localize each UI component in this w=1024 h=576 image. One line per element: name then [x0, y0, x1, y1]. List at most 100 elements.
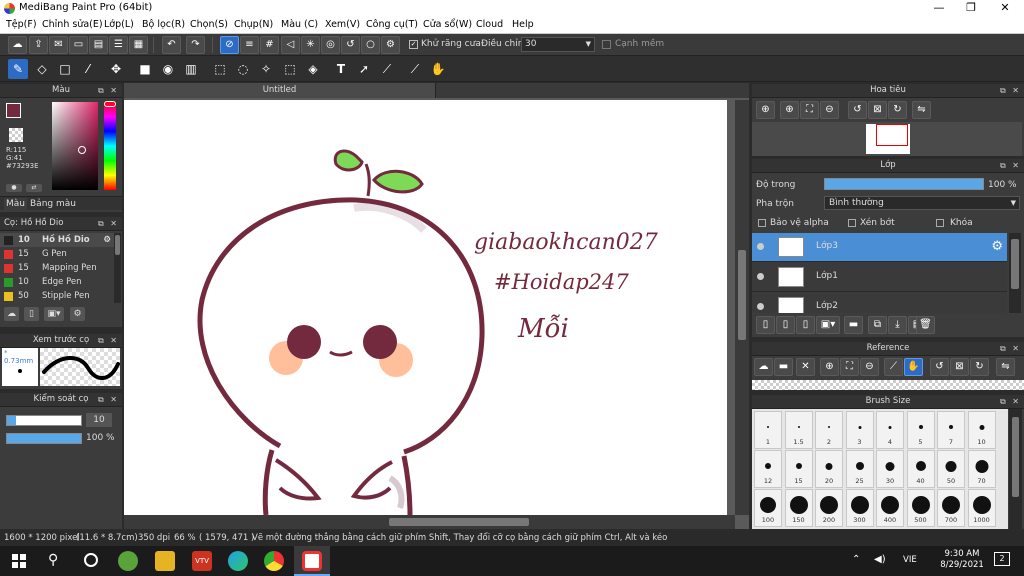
task-view-icon[interactable] [84, 553, 98, 567]
layer-settings-gear-icon[interactable]: ⚙ [991, 239, 1003, 254]
language-indicator[interactable]: VIE [903, 555, 917, 565]
brush-item[interactable]: 50 Stipple Pen [0, 289, 115, 303]
document-tab[interactable]: Untitled [124, 83, 436, 98]
brush-tool-icon[interactable]: ✎ [8, 59, 28, 79]
select-pen-tool-icon[interactable]: ⬚ [280, 59, 300, 79]
rotate-right-icon[interactable]: ↻ [888, 101, 907, 119]
parallel-snap-icon[interactable]: ≡ [240, 36, 259, 54]
duplicate-layer-icon[interactable]: ⧉ [868, 316, 887, 334]
maximize-button[interactable]: ❐ [954, 0, 988, 17]
notification-icon[interactable]: 2 [994, 552, 1010, 566]
brush-size-cell[interactable]: 100 [754, 489, 782, 527]
menu-tools[interactable]: Công cụ(T) [366, 19, 418, 30]
ref-flip-icon[interactable]: ⇋ [996, 358, 1015, 376]
brush-size-cell[interactable]: 15 [784, 450, 813, 488]
brush-settings-gear-icon[interactable]: ⚙ [103, 233, 111, 247]
vtv-app-icon[interactable]: VTV [192, 551, 212, 571]
brush-size-cell[interactable]: 70 [967, 450, 996, 488]
open-reference-icon[interactable]: ▬ [774, 358, 793, 376]
ref-zoom-in-icon[interactable]: ⊕ [820, 358, 839, 376]
brush-size-cell[interactable]: 300 [845, 489, 874, 527]
layer-row[interactable]: Lớp3 ⚙ [752, 233, 1007, 262]
dot-tool-icon[interactable]: □ [55, 59, 75, 79]
cross-snap-icon[interactable]: # [260, 36, 279, 54]
ref-hand-icon[interactable]: ✋ [904, 358, 923, 376]
navigator-preview[interactable] [752, 122, 1022, 156]
ref-rotate-left-icon[interactable]: ↺ [930, 358, 949, 376]
vanishing-snap-icon[interactable]: ◁ [281, 36, 300, 54]
canvas-horizontal-scrollbar[interactable] [124, 515, 735, 529]
ref-rotate-right-icon[interactable]: ↻ [970, 358, 989, 376]
clipping-checkbox[interactable] [848, 219, 856, 227]
divide-tool-icon[interactable]: ⟋ [377, 59, 397, 79]
curve-snap-icon[interactable]: ↺ [341, 36, 360, 54]
brush-size-cell[interactable]: 30 [876, 450, 904, 488]
saturation-picker[interactable] [52, 102, 98, 190]
folder-icon[interactable]: ▬ [844, 316, 863, 334]
tab-palette[interactable]: Bảng màu [28, 198, 78, 210]
visibility-eye-icon[interactable] [757, 243, 764, 250]
menu-window[interactable]: Cửa sổ(W) [423, 19, 472, 30]
add-brush-icon[interactable]: ▣▾ [44, 307, 64, 321]
soft-edge-checkbox[interactable] [602, 40, 611, 49]
brush-size-cell[interactable]: 12 [754, 450, 782, 488]
menu-capture[interactable]: Chụp(N) [234, 19, 273, 30]
navigator-viewport[interactable] [876, 124, 908, 146]
visibility-eye-icon[interactable] [757, 273, 764, 280]
edge-browser-icon[interactable] [228, 551, 248, 571]
cloud-icon[interactable]: ☁ [8, 36, 27, 54]
ref-fit-icon[interactable]: ⛶ [840, 358, 859, 376]
blend-select[interactable]: Bình thường ▼ [824, 196, 1020, 210]
radial-snap-icon[interactable]: ✳ [301, 36, 320, 54]
magic-wand-tool-icon[interactable]: ✧ [256, 59, 276, 79]
swap-colors-icon[interactable]: ⇄ [26, 184, 42, 192]
volume-icon[interactable]: ◀) [874, 554, 886, 565]
brush-size-cell[interactable]: 5 [906, 411, 935, 449]
add-layer-menu-icon[interactable]: ▣▾ [816, 316, 840, 334]
brush-size-cell[interactable]: 7 [937, 411, 965, 449]
delete-layer-icon[interactable]: 🗑 [916, 316, 935, 334]
search-icon[interactable]: ⚲ [48, 552, 58, 568]
select-eraser-tool-icon[interactable]: ◈ [303, 59, 323, 79]
text-tool-icon[interactable]: T [331, 59, 351, 79]
zoom-out-icon[interactable]: ⊖ [820, 101, 839, 119]
eraser-tool-icon[interactable]: ◇ [32, 59, 52, 79]
fit-icon[interactable]: ⛶ [800, 101, 819, 119]
layer-row[interactable]: Lớp1 [752, 263, 1007, 292]
brush-item[interactable]: 15 G Pen [0, 247, 115, 261]
lasso-tool-icon[interactable]: ◌ [233, 59, 253, 79]
zoom-in-icon[interactable]: ⊕ [756, 101, 775, 119]
merge-layer-icon[interactable]: ⤓ [888, 316, 907, 334]
move-tool-icon[interactable]: ✥ [106, 59, 126, 79]
canvas-vertical-scrollbar[interactable] [735, 100, 749, 515]
rotate-reset-icon[interactable]: ⊠ [868, 101, 887, 119]
ellipse-snap-icon[interactable]: ○ [361, 36, 380, 54]
brush-size-cell[interactable]: 150 [784, 489, 813, 527]
visibility-eye-icon[interactable] [757, 303, 764, 310]
size-value[interactable]: 10 [86, 413, 112, 427]
menu-help[interactable]: Help [512, 19, 534, 30]
menu-select[interactable]: Chọn(S) [190, 19, 228, 30]
hue-slider[interactable] [104, 102, 116, 190]
lock-checkbox[interactable] [936, 219, 944, 227]
close-button[interactable]: ✕ [988, 0, 1022, 17]
new-brush-icon[interactable]: ▯ [24, 307, 39, 321]
protect-alpha-checkbox[interactable] [758, 219, 766, 227]
brush-item[interactable]: 10 Hồ Hồ Dio ⚙ [0, 233, 115, 247]
color-picker-cursor[interactable] [78, 146, 86, 154]
brush-size-cell[interactable]: 10 [967, 411, 996, 449]
brush-size-cell[interactable]: 4 [876, 411, 904, 449]
gradient-tool-icon[interactable]: ▥ [181, 59, 201, 79]
brush-item[interactable]: 10 Edge Pen [0, 275, 115, 289]
menu-layer[interactable]: Lớp(L) [104, 19, 134, 30]
document-icon[interactable]: ▤ [89, 36, 108, 54]
layer-row[interactable]: Lớp2 [752, 293, 1007, 313]
primary-color-swatch[interactable] [6, 103, 21, 118]
antialias-checkbox[interactable]: ✓ [409, 40, 418, 49]
hand-tool-icon[interactable]: ✋ [428, 59, 448, 79]
comment-icon[interactable]: ✉ [49, 36, 68, 54]
brush-item[interactable]: 15 Mapping Pen [0, 261, 115, 275]
clock[interactable]: 9:30 AM 8/29/2021 [940, 549, 984, 571]
minimize-button[interactable]: — [922, 0, 956, 17]
transparent-swatch[interactable] [9, 128, 23, 142]
